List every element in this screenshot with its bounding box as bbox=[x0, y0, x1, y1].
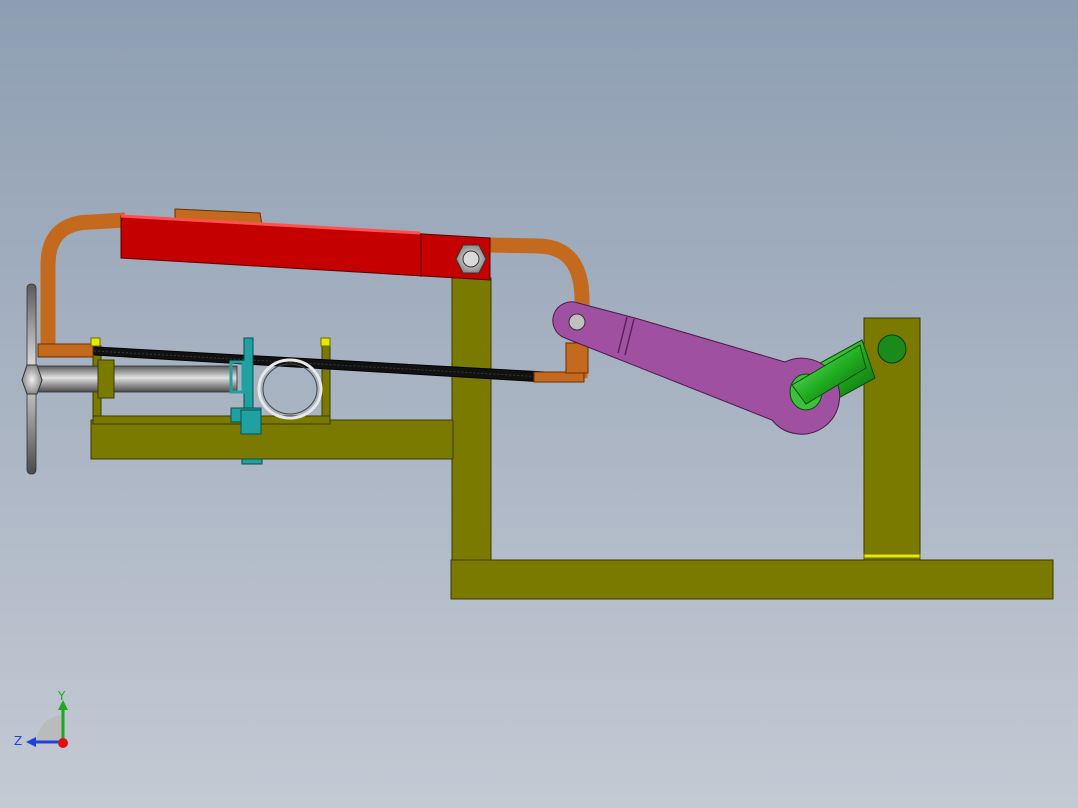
connecting-rod-small-bore bbox=[568, 313, 586, 331]
x-axis-dot bbox=[58, 738, 68, 748]
vise-trough-right-wall bbox=[321, 345, 331, 423]
vise-jaw-block bbox=[240, 409, 262, 435]
vise-screw-collar bbox=[97, 359, 115, 399]
workpiece-table[interactable] bbox=[90, 419, 454, 460]
pivot-nut-bolt bbox=[462, 250, 480, 268]
right-jaw-cap bbox=[320, 337, 331, 347]
saw-frame-left-lug bbox=[37, 343, 94, 358]
motor-support-pivot[interactable] bbox=[877, 334, 907, 364]
y-axis-label: Y bbox=[57, 689, 66, 703]
cad-viewport[interactable]: Y Z bbox=[0, 0, 1078, 808]
vise-screw[interactable] bbox=[31, 365, 238, 393]
z-axis-label: Z bbox=[14, 734, 22, 748]
assembly-drawing: Y Z bbox=[0, 0, 1078, 808]
motor-support-base-strip bbox=[863, 553, 921, 559]
base-plate[interactable] bbox=[450, 559, 1054, 600]
vise-jaw-bottom-tab bbox=[241, 458, 263, 465]
left-jaw-cap bbox=[90, 337, 101, 347]
vertical-post[interactable] bbox=[451, 277, 492, 561]
saw-frame-right-clip bbox=[565, 342, 589, 374]
